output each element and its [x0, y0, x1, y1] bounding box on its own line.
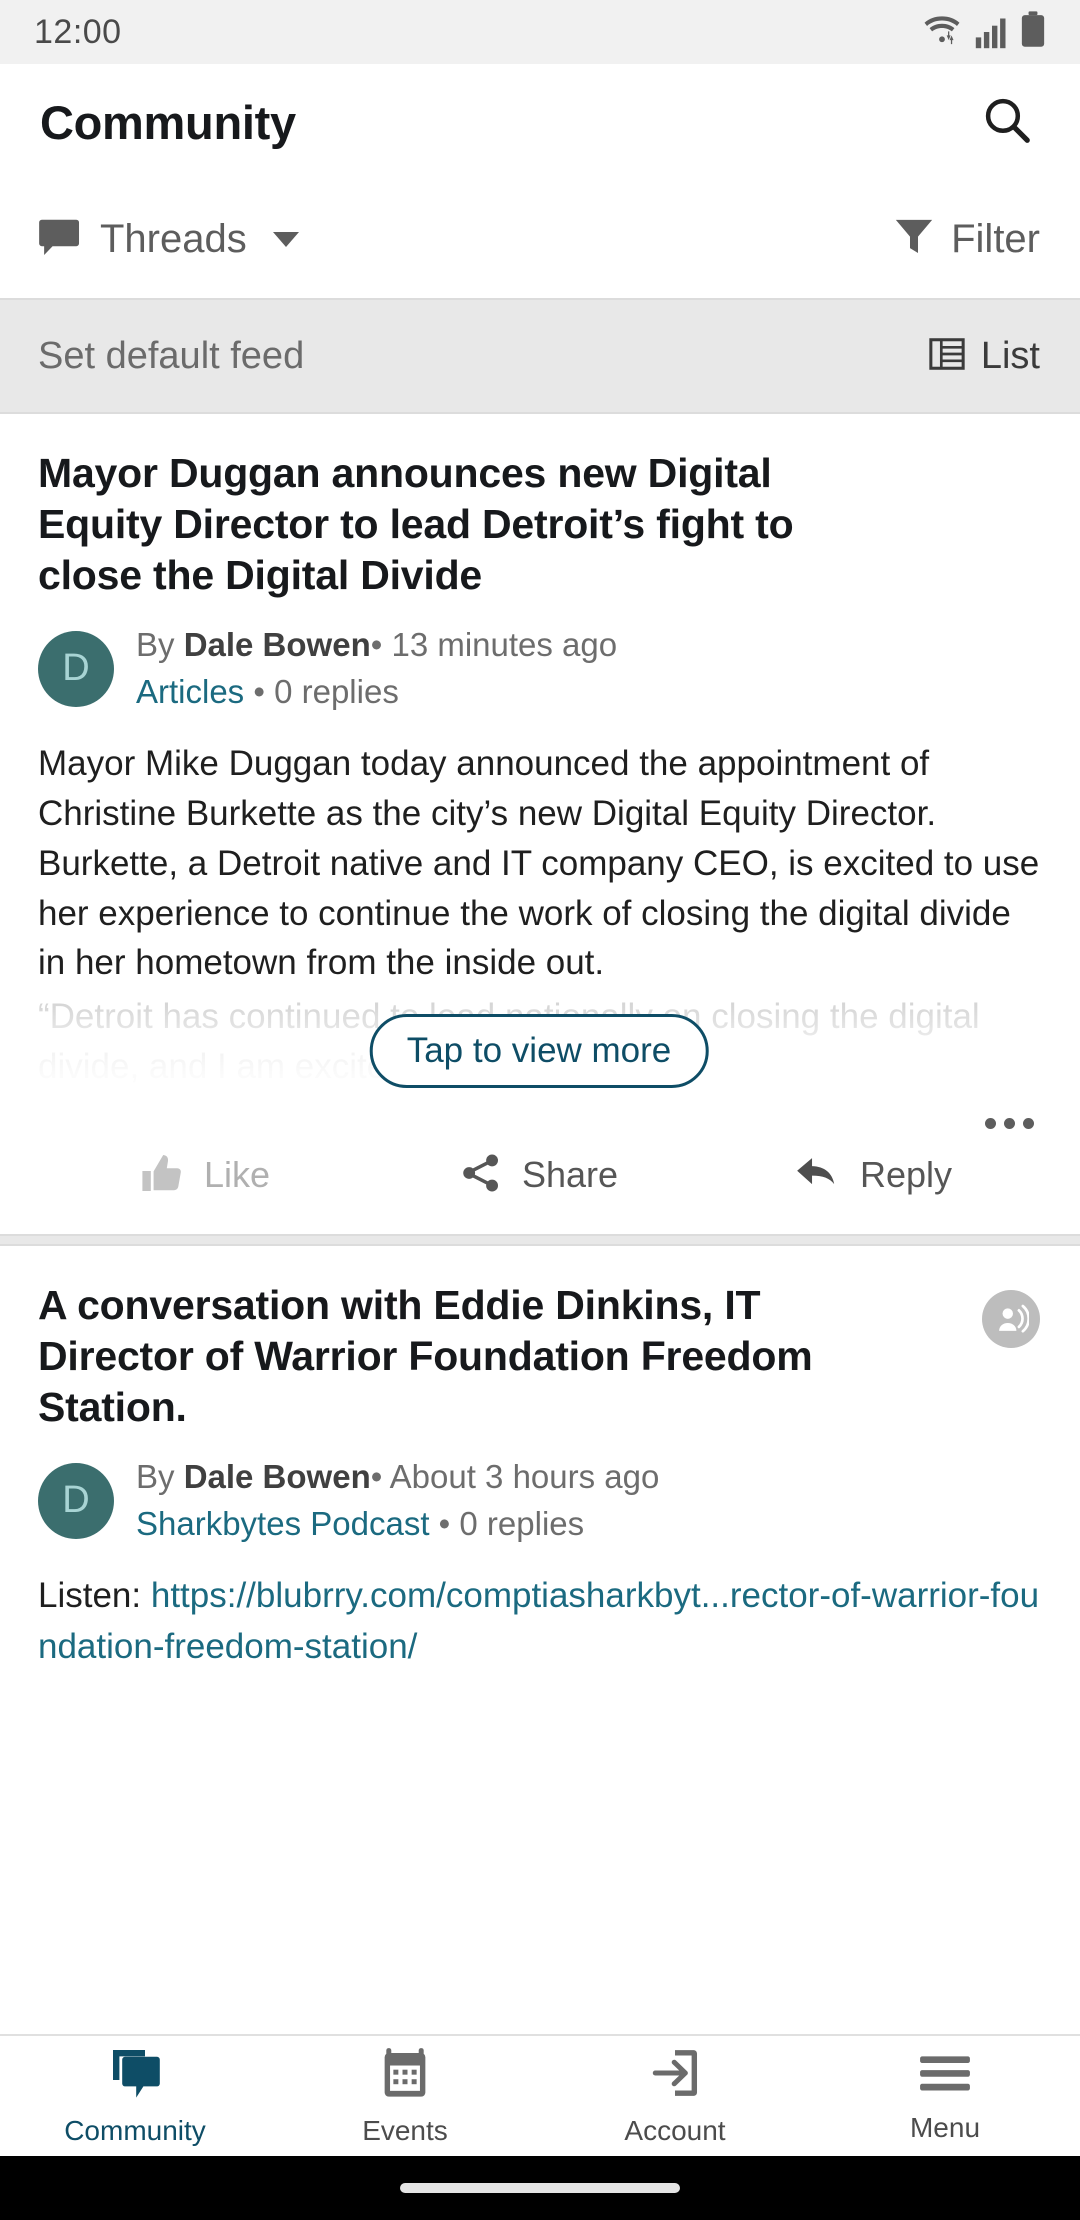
filter-button[interactable]: Filter: [893, 216, 1040, 263]
cellular-signal-icon: [974, 15, 1010, 54]
hamburger-menu-icon: [918, 2049, 972, 2102]
bottom-navigation: Community Events Account Menu: [0, 2034, 1080, 2156]
nav-item-community[interactable]: Community: [0, 2046, 270, 2147]
list-view-icon: [928, 335, 966, 378]
post-timestamp: About 3 hours ago: [389, 1458, 660, 1496]
status-bar: 12:00: [0, 0, 1080, 64]
search-button[interactable]: [972, 87, 1042, 157]
byline-author-line: By Dale Bowen• About 3 hours ago: [136, 1458, 659, 1496]
post-divider: [0, 1233, 1080, 1246]
phone-screen: 12:00 Community Threads Filter Set defau…: [0, 0, 1080, 2220]
feed-settings-bar: Set default feed List: [0, 298, 1080, 414]
author-name[interactable]: Dale Bowen: [184, 1458, 371, 1495]
share-button[interactable]: Share: [372, 1151, 706, 1200]
share-label: Share: [521, 1154, 619, 1196]
post-category-link[interactable]: Sharkbytes Podcast: [136, 1505, 430, 1542]
status-bar-clock: 12:00: [34, 12, 122, 51]
more-options-icon: [985, 1117, 1034, 1129]
page-title: Community: [40, 95, 296, 149]
byline-meta-line: Articles • 0 replies: [136, 673, 617, 711]
app-header: Community: [0, 64, 1080, 180]
share-icon: [460, 1152, 502, 1199]
author-name[interactable]: Dale Bowen: [184, 626, 371, 663]
feed-controls-row: Threads Filter: [0, 180, 1080, 298]
byline-meta-line: Sharkbytes Podcast • 0 replies: [136, 1505, 659, 1543]
post-body: Mayor Mike Duggan today announced the ap…: [38, 744, 1040, 983]
post-title[interactable]: Mayor Duggan announces new Digital Equit…: [38, 448, 838, 600]
nav-label-community: Community: [64, 2114, 206, 2146]
post-actions-row: Like Share Reply: [38, 1151, 1040, 1234]
like-button[interactable]: Like: [38, 1151, 372, 1200]
nav-label-events: Events: [362, 2114, 448, 2146]
post-title[interactable]: A conversation with Eddie Dinkins, IT Di…: [38, 1280, 838, 1432]
speech-bubbles-icon: [107, 2046, 163, 2105]
post-feed[interactable]: Mayor Duggan announces new Digital Equit…: [0, 414, 1080, 2034]
byline-author-line: By Dale Bowen• 13 minutes ago: [136, 626, 617, 664]
avatar[interactable]: D: [38, 1462, 114, 1539]
post-reply-count: • 0 replies: [253, 673, 399, 711]
nav-item-account[interactable]: Account: [540, 2046, 810, 2147]
episode-link[interactable]: https://blubrry.com/comptiasharkbyt...re…: [38, 1576, 1039, 1666]
filter-label: Filter: [951, 216, 1040, 261]
byline-separator: •: [370, 1458, 390, 1496]
calendar-icon: [380, 2046, 430, 2105]
post-byline: D By Dale Bowen• About 3 hours ago Shark…: [38, 1458, 1040, 1543]
thumbs-up-icon: [140, 1151, 184, 1200]
reply-button[interactable]: Reply: [706, 1151, 1040, 1200]
post-overflow-button[interactable]: [38, 1100, 1040, 1129]
feed-type-label: Threads: [100, 216, 247, 261]
system-gesture-bar: [0, 2156, 1080, 2220]
listen-prefix: Listen:: [38, 1576, 151, 1616]
nav-label-menu: Menu: [909, 2111, 981, 2143]
post-category-link[interactable]: Articles: [136, 673, 244, 710]
chevron-down-icon: [272, 231, 299, 247]
avatar[interactable]: D: [38, 630, 114, 707]
login-arrow-icon: [650, 2046, 700, 2105]
tap-to-view-more-button[interactable]: Tap to view more: [369, 1013, 709, 1088]
post-byline: D By Dale Bowen• 13 minutes ago Articles…: [38, 626, 1040, 711]
byline-separator: •: [370, 626, 392, 664]
by-prefix: By: [136, 626, 184, 664]
like-label: Like: [203, 1154, 271, 1196]
post-item[interactable]: Mayor Duggan announces new Digital Equit…: [0, 414, 1080, 1234]
speech-bubble-icon: [38, 215, 84, 264]
post-body: Listen: https://blubrry.com/comptiashark…: [38, 1571, 1040, 1673]
home-indicator[interactable]: [400, 2183, 680, 2193]
post-title-row: Mayor Duggan announces new Digital Equit…: [38, 448, 1040, 600]
feed-type-selector[interactable]: Threads: [38, 215, 299, 264]
search-icon: [980, 93, 1034, 152]
by-prefix: By: [136, 1458, 184, 1496]
podcast-icon: [982, 1289, 1040, 1348]
reply-label: Reply: [859, 1154, 953, 1196]
wifi-icon: [920, 13, 964, 54]
view-mode-toggle[interactable]: List: [928, 335, 1040, 378]
post-item[interactable]: A conversation with Eddie Dinkins, IT Di…: [0, 1245, 1080, 1673]
byline-text: By Dale Bowen• 13 minutes ago Articles •…: [136, 626, 617, 711]
nav-item-menu[interactable]: Menu: [810, 2049, 1080, 2144]
nav-item-events[interactable]: Events: [270, 2046, 540, 2147]
status-bar-icons: [920, 10, 1046, 54]
set-default-feed-button[interactable]: Set default feed: [38, 335, 304, 378]
view-mode-label: List: [980, 334, 1040, 377]
post-timestamp: 13 minutes ago: [391, 626, 618, 664]
post-body-fade-region: “Detroit has continued to lead nationall…: [38, 992, 1040, 1100]
funnel-icon: [893, 216, 935, 263]
nav-label-account: Account: [624, 2114, 726, 2146]
reply-arrow-icon: [794, 1152, 840, 1199]
post-title-row: A conversation with Eddie Dinkins, IT Di…: [38, 1280, 1040, 1432]
battery-icon: [1020, 10, 1046, 54]
post-reply-count: • 0 replies: [438, 1505, 585, 1543]
byline-text: By Dale Bowen• About 3 hours ago Sharkby…: [136, 1458, 659, 1543]
